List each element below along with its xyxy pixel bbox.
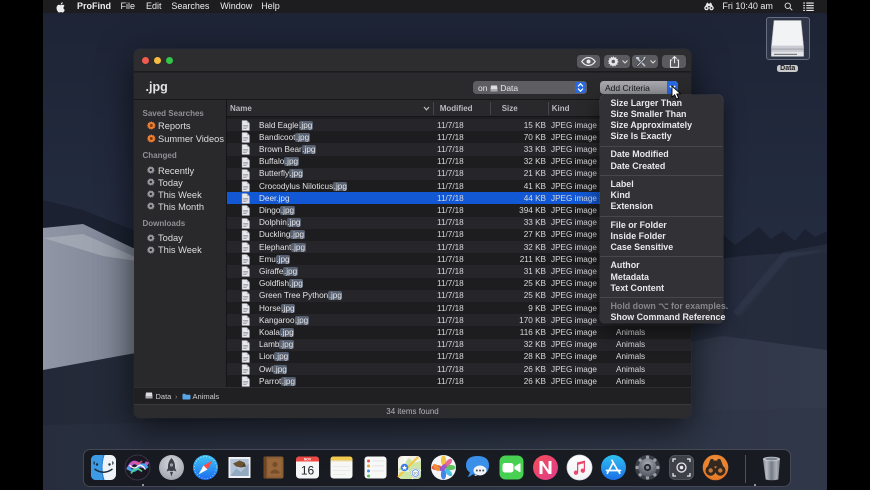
svg-text:16: 16 (300, 464, 314, 478)
svg-text:NOV: NOV (303, 457, 311, 461)
svg-text:30: 30 (413, 471, 418, 476)
